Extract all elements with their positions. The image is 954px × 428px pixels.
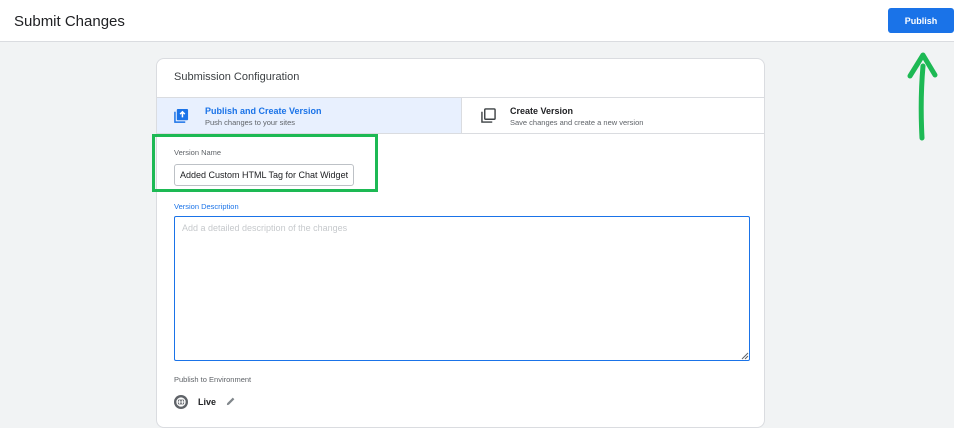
publish-button[interactable]: Publish	[888, 8, 954, 33]
tab-label: Create Version	[510, 106, 574, 116]
publish-version-icon	[174, 108, 189, 123]
tab-label: Publish and Create Version	[205, 106, 322, 116]
arrow-up-icon	[907, 52, 938, 141]
environment-name: Live	[198, 397, 217, 407]
publish-environment-label: Publish to Environment	[174, 375, 252, 384]
tab-publish-and-create-version[interactable]: Publish and Create Version Push changes …	[157, 98, 461, 133]
version-description-label: Version Description	[174, 202, 239, 211]
version-description-textarea[interactable]	[174, 216, 750, 361]
submission-type-tabs: Publish and Create Version Push changes …	[157, 97, 764, 134]
card-title: Submission Configuration	[174, 71, 300, 83]
page-title: Submit Changes	[14, 13, 125, 30]
top-bar: Submit Changes Publish	[0, 0, 954, 42]
pencil-icon[interactable]	[225, 396, 236, 407]
submission-configuration-card: Submission Configuration Publish and Cre…	[156, 58, 765, 428]
version-name-input[interactable]	[174, 164, 354, 186]
tab-create-version[interactable]: Create Version Save changes and create a…	[461, 98, 764, 133]
resize-grip-icon[interactable]	[741, 352, 749, 360]
tab-subtitle: Push changes to your sites	[205, 118, 296, 127]
live-environment-icon	[174, 395, 188, 409]
create-version-icon	[481, 108, 496, 123]
version-name-label: Version Name	[174, 148, 222, 157]
tab-subtitle: Save changes and create a new version	[510, 118, 644, 127]
